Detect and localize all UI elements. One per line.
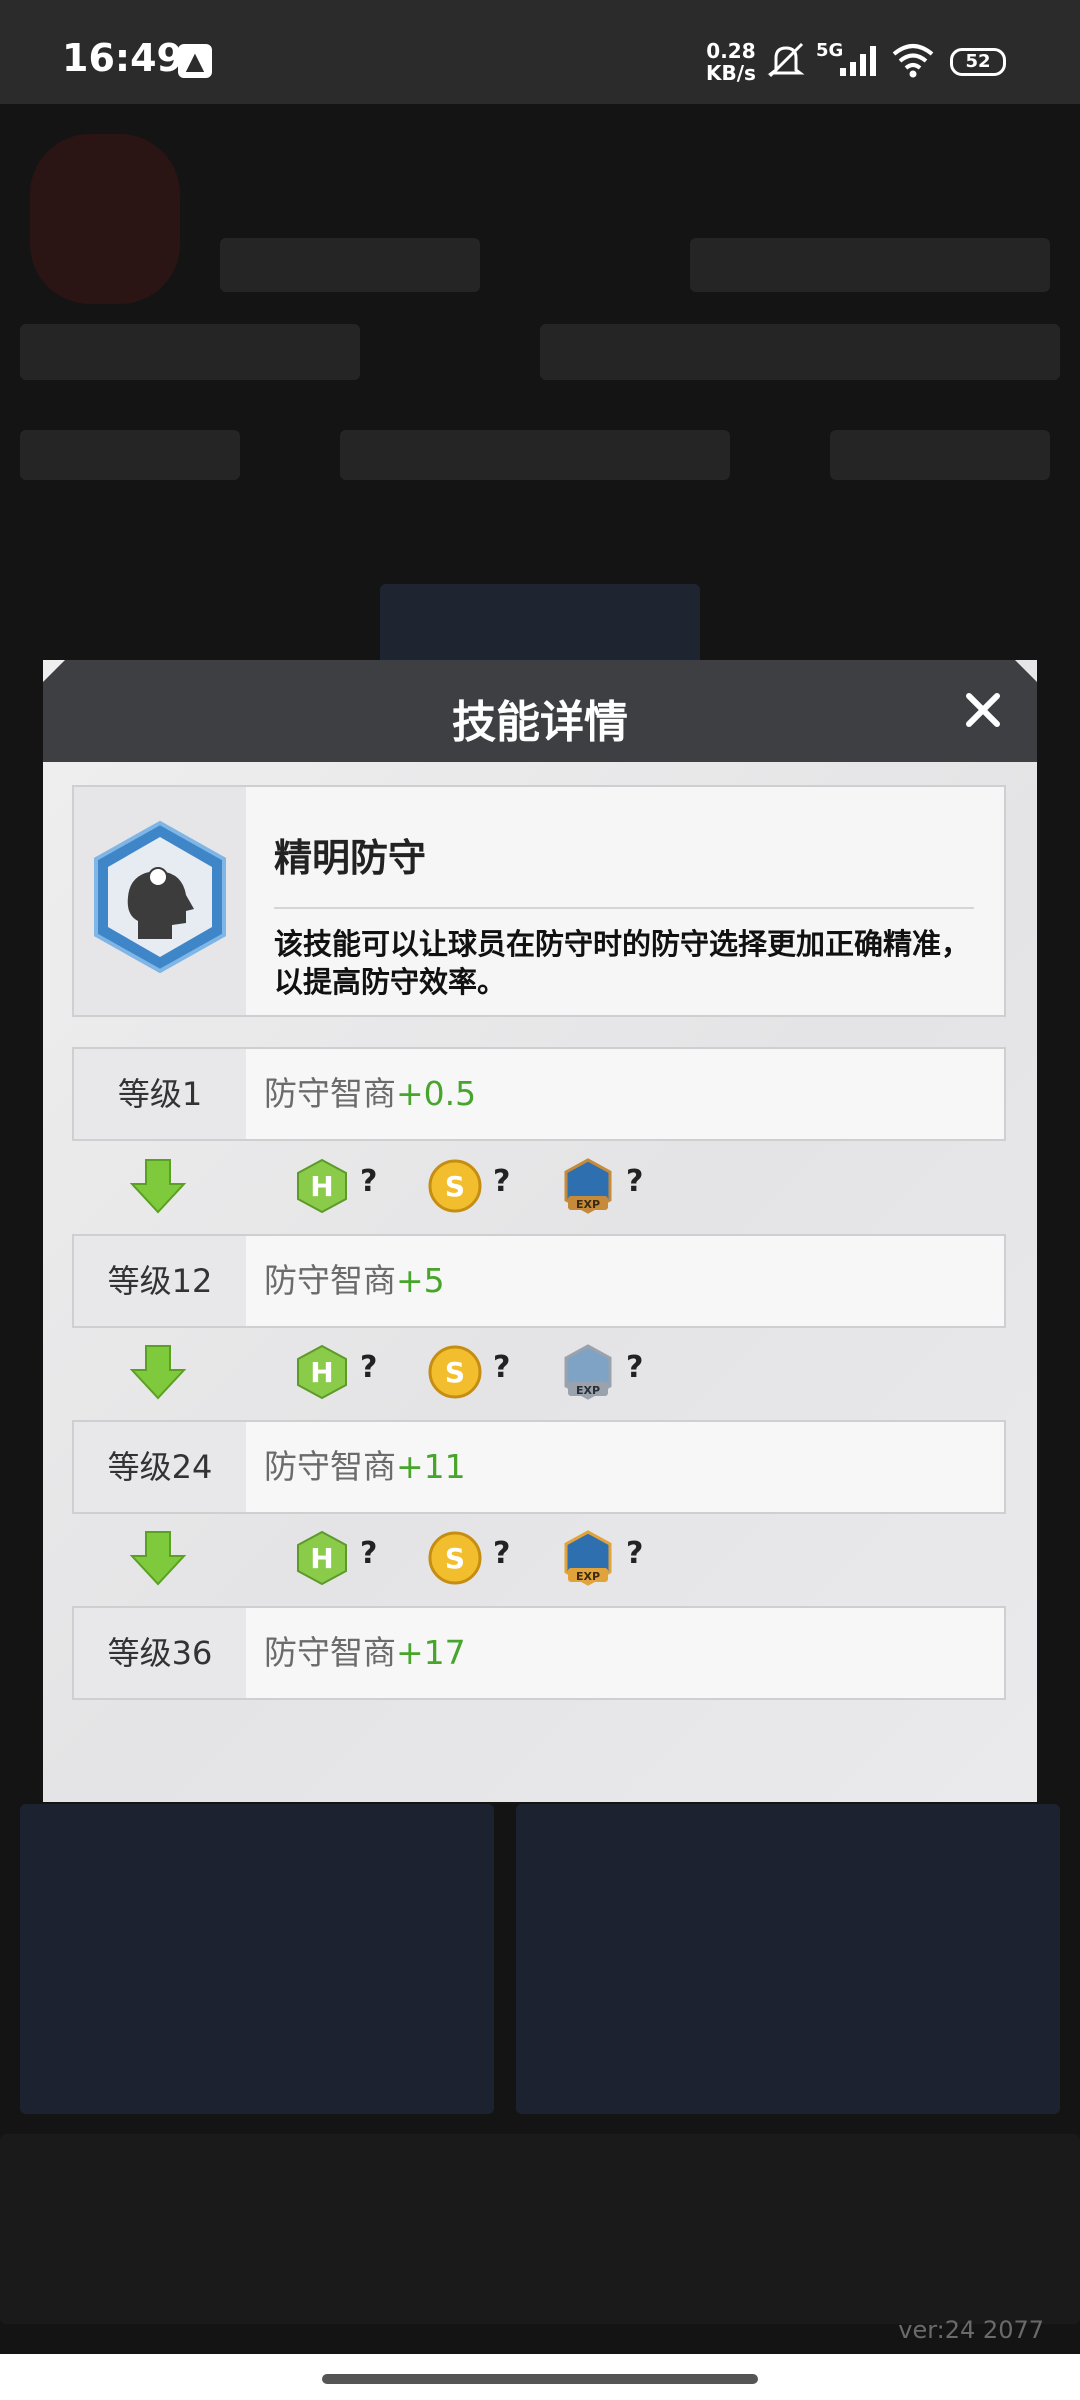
defense-iq-skill-icon (94, 820, 226, 974)
signal-icon (840, 46, 876, 76)
wifi-icon (892, 44, 934, 78)
level-label: 等级24 (74, 1422, 246, 1512)
background-panel-left (20, 1804, 494, 2114)
stat-bonus: +0.5 (396, 1074, 477, 1113)
upgrade-cost-row: H ? S ? EXP ? (72, 1328, 1006, 1420)
stat-name: 防守智商 (264, 1633, 396, 1672)
s-coin-icon: S (428, 1345, 482, 1399)
svg-text:H: H (310, 1356, 333, 1389)
skill-description: 该技能可以让球员在防守时的防守选择更加正确精准，以提高防守效率。 (274, 927, 971, 999)
svg-text:S: S (445, 1170, 465, 1203)
svg-text:EXP: EXP (576, 1570, 600, 1583)
background-tag-2 (340, 430, 730, 480)
close-icon (966, 693, 1000, 727)
top-actions (540, 324, 1060, 380)
level-effect: 防守智商+0.5 (264, 1049, 476, 1139)
team-logo (30, 134, 180, 304)
skill-name: 精明防守 (274, 836, 427, 880)
status-time: 16:49 (62, 36, 183, 80)
network-speed-value: 0.28 (706, 39, 756, 63)
coin-bar (220, 238, 480, 292)
svg-text:H: H (310, 1542, 333, 1575)
h-token-icon: H (297, 1158, 347, 1214)
level-row: 等级1 防守智商+0.5 (72, 1047, 1006, 1141)
h-token-icon: H (297, 1344, 347, 1400)
close-button[interactable] (957, 684, 1009, 736)
dialog-title: 技能详情 (452, 697, 628, 748)
diamond-bar (690, 238, 1050, 292)
exp-cost: ? (626, 1350, 644, 1385)
home-indicator[interactable] (322, 2374, 758, 2384)
background-tag-1 (20, 430, 240, 480)
exp-cost: ? (626, 1536, 644, 1571)
stat-bonus: +11 (396, 1447, 466, 1486)
exp-card-icon: EXP (564, 1530, 612, 1586)
exp-card-icon: EXP (564, 1344, 612, 1400)
background-tag-3 (830, 430, 1050, 480)
home-indicator-bar (0, 2354, 1080, 2400)
svg-text:EXP: EXP (576, 1384, 600, 1397)
upgrade-cost-row: H ? S ? EXP ? (72, 1142, 1006, 1234)
h-token-cost: ? (360, 1536, 378, 1571)
svg-text:S: S (445, 1356, 465, 1389)
arrow-down-icon (129, 1345, 187, 1400)
stat-name: 防守智商 (264, 1447, 396, 1486)
s-coin-cost: ? (493, 1164, 511, 1199)
background-panel-right (516, 1804, 1060, 2114)
svg-text:H: H (310, 1170, 333, 1203)
stat-bonus: +5 (396, 1261, 445, 1300)
s-coin-cost: ? (493, 1536, 511, 1571)
status-bar: 16:49 ▲ 0.28 KB/s 5G 52 (0, 0, 1080, 104)
network-speed-unit: KB/s (706, 61, 756, 85)
skill-detail-dialog: 技能详情 精明防守 该技能可以让球员在防守时的防守选择更加正确精准，以提高防守效… (43, 660, 1037, 1802)
stat-bonus: +17 (396, 1633, 466, 1672)
upgrade-cost-row: H ? S ? EXP ? (72, 1514, 1006, 1606)
menu-row (20, 324, 360, 380)
level-effect: 防守智商+11 (264, 1422, 466, 1512)
version-label: ver:24 2077 (898, 2316, 1044, 2344)
h-token-cost: ? (360, 1164, 378, 1199)
mute-icon (767, 42, 805, 78)
divider (274, 907, 974, 909)
svg-text:EXP: EXP (576, 1198, 600, 1211)
arrow-down-icon (129, 1531, 187, 1586)
level-label: 等级12 (74, 1236, 246, 1326)
s-coin-icon: S (428, 1531, 482, 1585)
exp-cost: ? (626, 1164, 644, 1199)
level-row: 等级36 防守智商+17 (72, 1606, 1006, 1700)
level-label: 等级1 (74, 1049, 246, 1139)
s-coin-icon: S (428, 1159, 482, 1213)
network-speed: 0.28 KB/s (706, 40, 756, 84)
exp-card-icon: EXP (564, 1158, 612, 1214)
svg-text:S: S (445, 1542, 465, 1575)
arrow-down-icon (129, 1159, 187, 1214)
h-token-cost: ? (360, 1350, 378, 1385)
level-effect: 防守智商+17 (264, 1608, 466, 1698)
navigation-icon: ▲ (178, 44, 212, 78)
stat-name: 防守智商 (264, 1074, 396, 1113)
battery-indicator: 52 (950, 48, 1006, 76)
skill-info-card: 精明防守 该技能可以让球员在防守时的防守选择更加正确精准，以提高防守效率。 (72, 785, 1006, 1017)
level-row: 等级12 防守智商+5 (72, 1234, 1006, 1328)
skill-icon-cell (74, 787, 246, 1015)
level-effect: 防守智商+5 (264, 1236, 445, 1326)
h-token-icon: H (297, 1530, 347, 1586)
level-label: 等级36 (74, 1608, 246, 1698)
stat-name: 防守智商 (264, 1261, 396, 1300)
bottom-nav-background (0, 2134, 1080, 2324)
s-coin-cost: ? (493, 1350, 511, 1385)
level-row: 等级24 防守智商+11 (72, 1420, 1006, 1514)
